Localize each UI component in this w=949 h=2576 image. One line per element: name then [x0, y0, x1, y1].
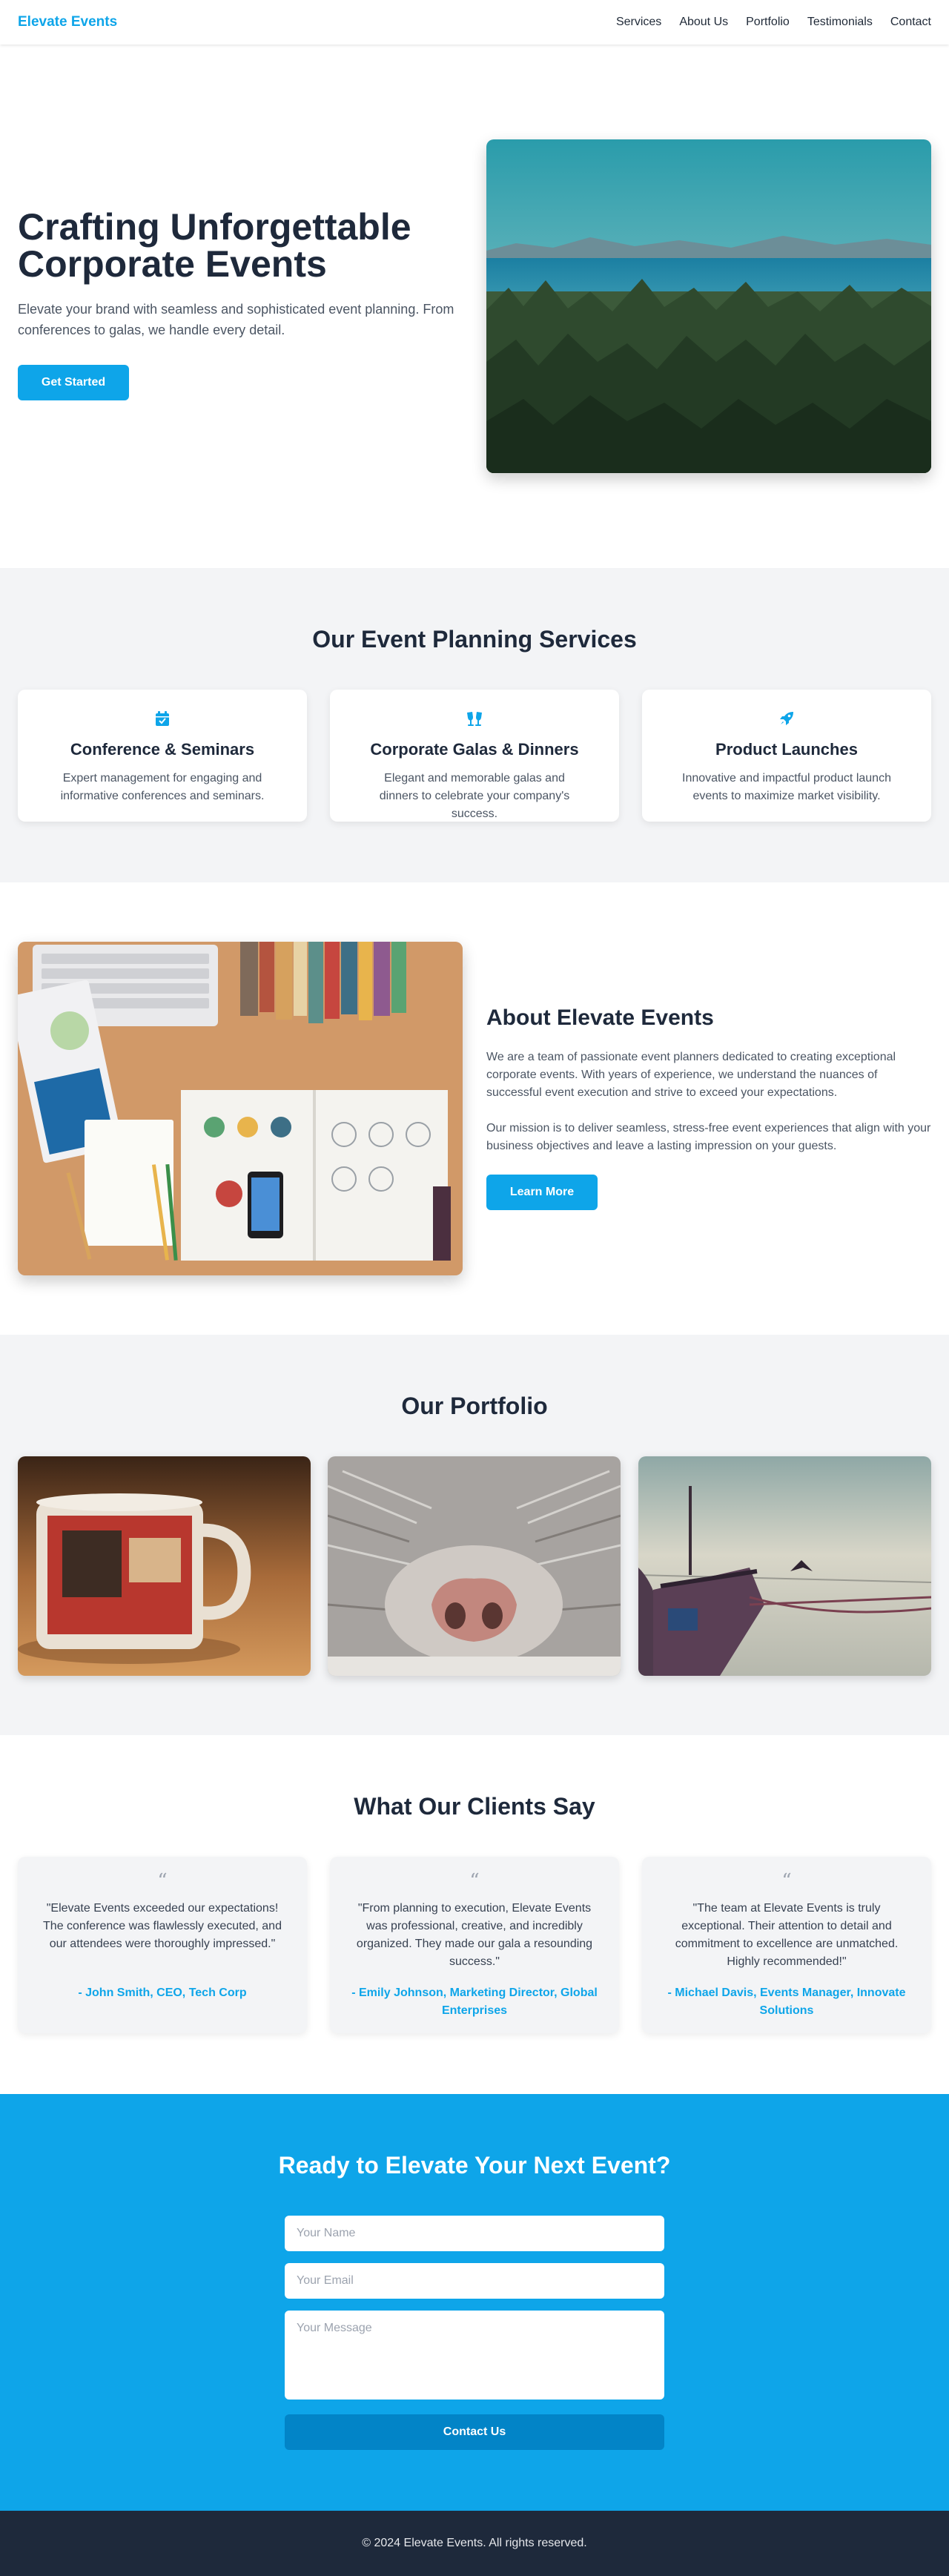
hero-subtitle: Elevate your brand with seamless and sop…	[18, 302, 454, 337]
portfolio-item-cat[interactable]	[328, 1456, 621, 1676]
testimonials-section: What Our Clients Say “ "Elevate Events e…	[0, 1735, 949, 2094]
testimonial-author: - Emily Johnson, Marketing Director, Glo…	[351, 1987, 598, 2017]
about-image	[18, 942, 463, 1275]
copyright-text: © 2024 Elevate Events. All rights reserv…	[362, 2537, 587, 2549]
rocket-icon	[778, 710, 795, 727]
get-started-button[interactable]: Get Started	[18, 365, 129, 400]
testimonial-text: "Elevate Events exceeded our expectation…	[43, 1902, 282, 1950]
service-description: Innovative and impactful product launch …	[682, 772, 891, 802]
site-footer: © 2024 Elevate Events. All rights reserv…	[0, 2511, 949, 2576]
email-field[interactable]: Your Email	[285, 2263, 664, 2299]
nav-link-portfolio[interactable]: Portfolio	[746, 16, 790, 29]
quote-icon: “	[781, 1870, 792, 1892]
testimonial-text: "From planning to execution, Elevate Eve…	[356, 1902, 593, 1968]
service-card-galas[interactable]: Corporate Galas & Dinners Elegant and me…	[330, 690, 619, 822]
name-field[interactable]: Your Name	[285, 2216, 664, 2251]
main-nav: Services About Us Portfolio Testimonials…	[616, 16, 931, 29]
site-header: Elevate Events Services About Us Portfol…	[0, 0, 949, 44]
testimonial-card: “ "From planning to execution, Elevate E…	[330, 1857, 619, 2033]
message-field[interactable]: Your Message	[285, 2311, 664, 2400]
service-title: Corporate Galas & Dinners	[370, 740, 579, 759]
contact-us-button[interactable]: Contact Us	[285, 2414, 664, 2450]
nav-link-contact[interactable]: Contact	[890, 16, 931, 29]
testimonial-card: “ "The team at Elevate Events is truly e…	[642, 1857, 931, 2033]
about-title: About Elevate Events	[486, 1005, 714, 1030]
portfolio-title: Our Portfolio	[401, 1393, 548, 1419]
about-section: About Elevate Events We are a team of pa…	[0, 882, 949, 1335]
nav-link-services[interactable]: Services	[616, 16, 661, 29]
contact-section: Ready to Elevate Your Next Event? Your N…	[0, 2094, 949, 2511]
testimonials-title: What Our Clients Say	[354, 1793, 595, 1820]
testimonial-author: - Michael Davis, Events Manager, Innovat…	[667, 1987, 906, 2017]
contact-title: Ready to Elevate Your Next Event?	[278, 2152, 671, 2179]
hero-section: Crafting Unforgettable Corporate Events …	[0, 44, 949, 568]
calendar-check-icon	[155, 710, 170, 727]
hero-title: Crafting Unforgettable Corporate Events	[18, 206, 411, 285]
quote-icon: “	[469, 1870, 480, 1892]
testimonial-text: "The team at Elevate Events is truly exc…	[675, 1902, 899, 1968]
service-title: Product Launches	[715, 740, 858, 759]
champagne-glasses-icon	[466, 710, 483, 727]
portfolio-item-mug[interactable]	[18, 1456, 311, 1676]
services-title: Our Event Planning Services	[312, 626, 637, 653]
portfolio-section: Our Portfolio	[0, 1335, 949, 1735]
nav-link-about[interactable]: About Us	[679, 16, 728, 29]
quote-icon: “	[157, 1870, 168, 1892]
service-title: Conference & Seminars	[70, 740, 255, 759]
services-section: Our Event Planning Services Conference &…	[0, 568, 949, 882]
testimonial-author: - John Smith, CEO, Tech Corp	[78, 1987, 247, 1999]
service-card-launches[interactable]: Product Launches Innovative and impactfu…	[642, 690, 931, 822]
service-description: Expert management for engaging and infor…	[60, 772, 265, 802]
service-card-conference[interactable]: Conference & Seminars Expert management …	[18, 690, 307, 822]
testimonial-card: “ "Elevate Events exceeded our expectati…	[18, 1857, 307, 2033]
hero-image	[486, 139, 931, 473]
service-description: Elegant and memorable galas and dinners …	[379, 772, 570, 820]
about-paragraph: Our mission is to deliver seamless, stre…	[486, 1122, 931, 1152]
learn-more-button[interactable]: Learn More	[486, 1175, 598, 1210]
portfolio-item-boat[interactable]	[638, 1456, 931, 1676]
brand-logo[interactable]: Elevate Events	[18, 14, 117, 30]
nav-link-testimonials[interactable]: Testimonials	[807, 16, 873, 29]
about-paragraph: We are a team of passionate event planne…	[486, 1051, 896, 1099]
